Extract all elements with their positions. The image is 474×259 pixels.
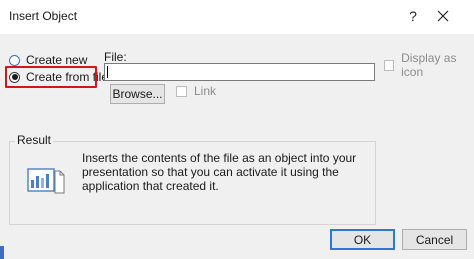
display-as-icon-checkbox[interactable]	[384, 59, 395, 71]
close-icon	[437, 10, 449, 22]
highlight-annotation	[5, 66, 97, 88]
file-path-input[interactable]	[104, 63, 375, 81]
title-bar: Insert Object ?	[0, 0, 474, 34]
create-new-label: Create new	[26, 53, 88, 67]
close-button[interactable]	[430, 3, 456, 29]
ok-button[interactable]: OK	[330, 229, 395, 250]
cancel-button[interactable]: Cancel	[402, 229, 467, 250]
text-caret	[107, 66, 108, 78]
create-new-radio[interactable]	[9, 54, 20, 66]
insert-object-dialog: Insert Object ? Create new Create from f…	[0, 0, 474, 259]
result-legend: Result	[15, 133, 54, 147]
result-description: Inserts the contents of the file as an o…	[82, 151, 357, 193]
browse-button[interactable]: Browse...	[110, 84, 165, 104]
help-button[interactable]: ?	[402, 5, 424, 27]
display-as-icon-option[interactable]: Display as icon	[384, 51, 474, 79]
background-window-edge	[0, 246, 4, 259]
link-option[interactable]: Link	[176, 84, 216, 98]
file-label: File:	[104, 50, 127, 64]
link-checkbox[interactable]	[176, 85, 187, 97]
display-as-icon-label: Display as icon	[401, 51, 457, 79]
document-chart-icon	[27, 168, 65, 194]
create-new-option[interactable]: Create new	[9, 53, 87, 67]
link-label: Link	[194, 84, 217, 98]
dialog-title: Insert Object	[9, 9, 78, 23]
